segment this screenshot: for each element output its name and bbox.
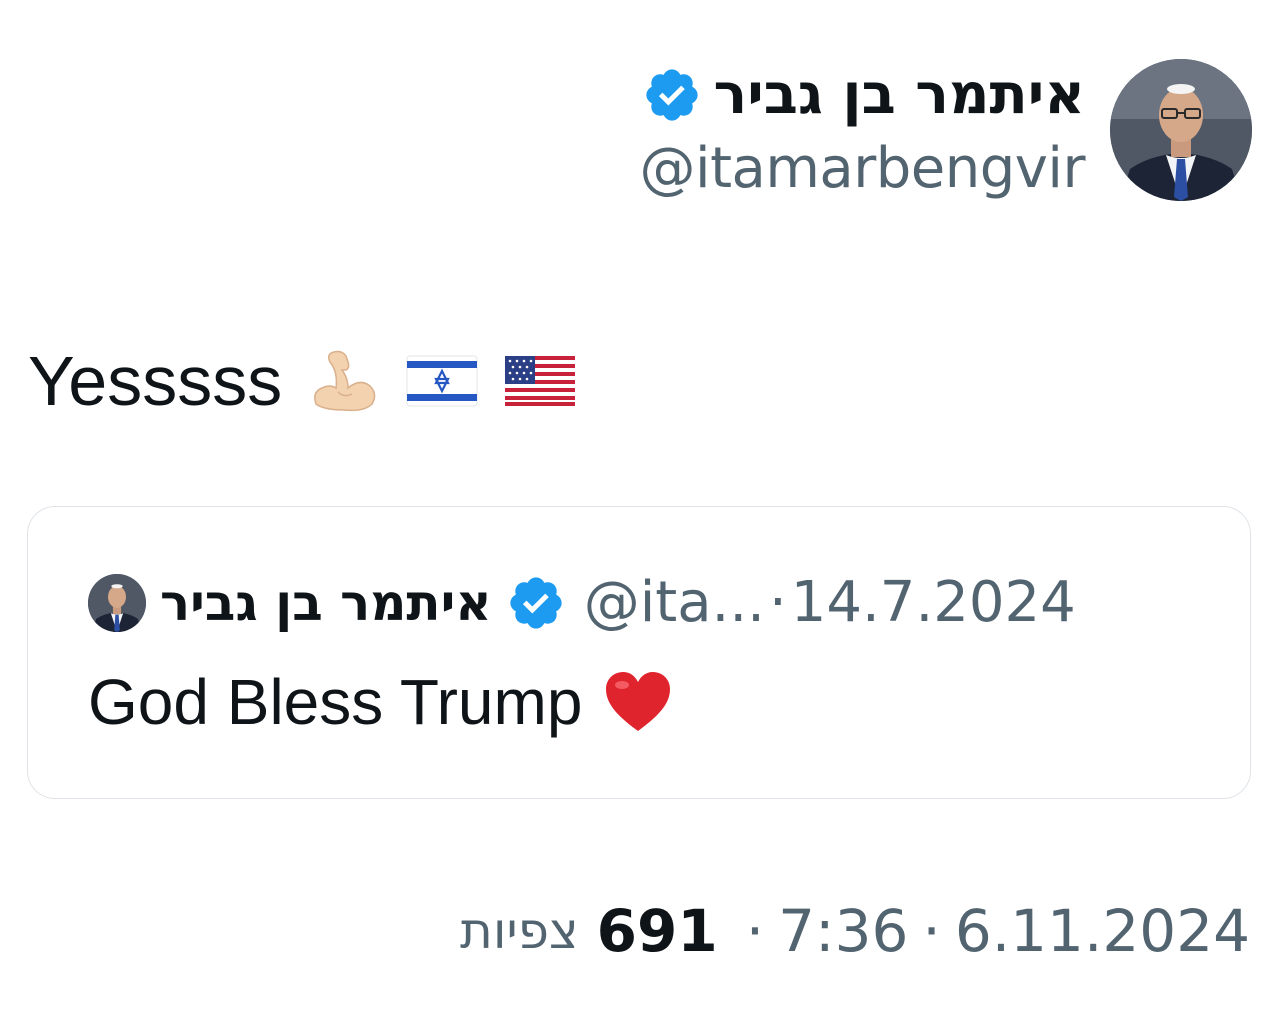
tweet-time[interactable]: 7:36: [778, 902, 908, 960]
quoted-tweet-body: God Bless Trump: [88, 669, 674, 735]
tweet-body: Yesssss: [28, 336, 576, 426]
meta-separator: ·: [745, 897, 765, 965]
tweet-meta: צפיות 691 · 7:36 · 6.11.2024: [460, 896, 1250, 966]
views-count[interactable]: 691: [597, 902, 718, 960]
quoted-author-avatar[interactable]: [88, 574, 146, 632]
profile-photo-icon: [1110, 59, 1252, 201]
author-avatar[interactable]: [1110, 59, 1252, 201]
quoted-tweet-text: God Bless Trump: [88, 666, 583, 738]
quoted-tweet-card[interactable]: איתמר בן גביר @ita... · 14.7.2024 God Bl…: [27, 506, 1251, 799]
quoted-date[interactable]: 14.7.2024: [791, 575, 1076, 631]
tweet-text: Yesssss: [28, 342, 283, 420]
author-name-row[interactable]: איתמר בן גביר: [640, 55, 1085, 135]
flexed-biceps-icon: [314, 350, 376, 412]
verified-badge-icon: [510, 577, 562, 629]
quoted-separator: ·: [768, 570, 787, 635]
verified-badge-icon: [645, 69, 698, 121]
author-info: איתמר בן גביר @itamarbengvir: [640, 55, 1086, 201]
israel-flag-icon: [406, 355, 478, 407]
usa-flag-icon: [505, 356, 576, 406]
profile-photo-icon: [88, 574, 146, 632]
red-heart-icon: [606, 672, 671, 731]
author-handle[interactable]: @itamarbengvir: [640, 137, 1086, 201]
author-display-name[interactable]: איתמר בן גביר: [714, 67, 1086, 123]
quoted-tweet-header: איתמר בן גביר @ita... · 14.7.2024: [88, 563, 1076, 643]
meta-separator: ·: [922, 897, 941, 965]
quoted-author-name[interactable]: איתמר בן גביר: [160, 578, 492, 628]
tweet-date[interactable]: 6.11.2024: [955, 902, 1250, 960]
views-label: צפיות: [460, 902, 579, 960]
quoted-author-handle[interactable]: @ita...: [584, 575, 765, 631]
